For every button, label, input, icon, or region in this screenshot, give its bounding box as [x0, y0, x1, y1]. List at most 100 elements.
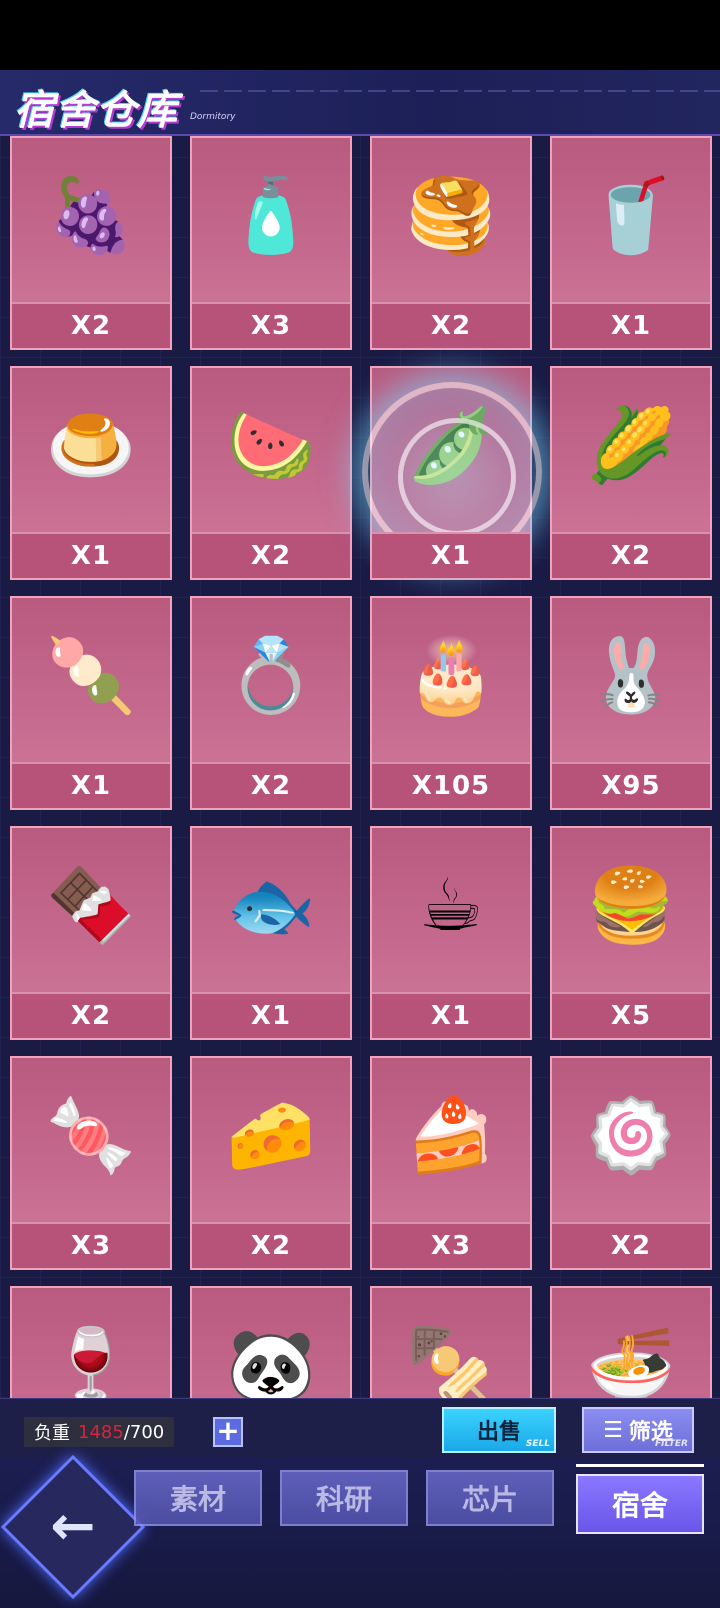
item-quantity: X2	[70, 311, 112, 341]
item-icon: 🫛	[406, 402, 496, 487]
item-icon: 🥞	[406, 172, 496, 257]
page-title: 宿舍仓库	[14, 88, 178, 134]
item-card[interactable]: 🍥 X2	[550, 1056, 712, 1270]
item-icon: ☕	[418, 863, 484, 947]
sell-button[interactable]: 出售 SELL	[442, 1407, 556, 1453]
item-card[interactable]: 🥞 X2	[370, 136, 532, 350]
item-quantity-bar: X2	[192, 762, 350, 808]
increase-capacity-button[interactable]: +	[213, 1417, 243, 1447]
item-quantity: X95	[601, 771, 661, 801]
item-quantity: X105	[411, 771, 491, 801]
item-card[interactable]: 🌽 X2	[550, 366, 712, 580]
item-quantity: X2	[610, 541, 652, 571]
item-icon: 🧴	[226, 172, 316, 257]
item-icon: 🎂	[406, 632, 496, 717]
item-card[interactable]: 🐟 X1	[190, 826, 352, 1040]
item-quantity: X2	[250, 541, 292, 571]
item-grid: 🍇 X2 🧴 X3 🥞 X2 🥤 X1 🍮 X1 🍉 X2 🫛 X1 🌽 X2 🍡 X1 💍 X2 🎂 X105 🐰 X95 🍫…	[10, 136, 712, 1398]
item-quantity: X2	[430, 311, 472, 341]
item-quantity-bar: X2	[12, 992, 170, 1038]
weight-current: 1485	[78, 1421, 124, 1443]
item-card[interactable]: 🥤 X1	[550, 136, 712, 350]
item-quantity-bar: X1	[372, 532, 530, 578]
item-quantity: X1	[610, 311, 652, 341]
item-quantity: X1	[70, 541, 112, 571]
item-card[interactable]: 🍷	[10, 1286, 172, 1398]
item-card[interactable]: 🍮 X1	[10, 366, 172, 580]
item-icon: 🧀	[226, 1092, 316, 1177]
item-quantity: X3	[70, 1231, 112, 1261]
item-quantity-bar: X3	[372, 1222, 530, 1268]
item-icon: 🍰	[406, 1092, 496, 1177]
header-decoration	[200, 90, 720, 92]
item-quantity-bar: X2	[192, 532, 350, 578]
item-icon: 🍜	[586, 1322, 676, 1399]
tab-chips[interactable]: 芯片	[426, 1470, 554, 1526]
item-card[interactable]: 💍 X2	[190, 596, 352, 810]
back-arrow-icon: ←	[50, 1494, 96, 1557]
item-card[interactable]: 🍉 X2	[190, 366, 352, 580]
item-card[interactable]: ☕ X1	[370, 826, 532, 1040]
item-card[interactable]: 🧀 X2	[190, 1056, 352, 1270]
item-card[interactable]: 🫛 X1	[362, 366, 542, 580]
tab-dormitory[interactable]: 宿舍	[576, 1474, 704, 1534]
item-quantity-bar: X95	[552, 762, 710, 808]
item-quantity: X3	[430, 1231, 472, 1261]
item-quantity-bar: X2	[192, 1222, 350, 1268]
tab-materials[interactable]: 素材	[134, 1470, 262, 1526]
item-card[interactable]: 🧴 X3	[190, 136, 352, 350]
item-card[interactable]: 🍡 X1	[10, 596, 172, 810]
filter-button[interactable]: ☰ 筛选 FILTER	[582, 1407, 694, 1453]
item-icon: 🍮	[46, 402, 136, 487]
item-card[interactable]: 🍔 X5	[550, 826, 712, 1040]
sell-button-label: 出售	[476, 1420, 521, 1445]
item-card[interactable]: 🍇 X2	[10, 136, 172, 350]
item-card[interactable]: 🐼	[190, 1286, 352, 1398]
weight-max: /700	[123, 1421, 165, 1443]
item-icon: 🥤	[586, 172, 676, 257]
inventory-grid-area[interactable]: 🍇 X2 🧴 X3 🥞 X2 🥤 X1 🍮 X1 🍉 X2 🫛 X1 🌽 X2 🍡 X1 💍 X2 🎂 X105 🐰 X95 🍫…	[0, 136, 720, 1398]
item-icon: 🍢	[406, 1322, 496, 1399]
status-bar	[0, 0, 720, 70]
item-quantity-bar: X3	[192, 302, 350, 348]
bottom-navigation: ← 素材 科研 芯片 宿舍	[0, 1454, 720, 1608]
filter-button-sublabel: FILTER	[655, 1439, 688, 1449]
item-card[interactable]: 🍜	[550, 1286, 712, 1398]
item-quantity-bar: X2	[552, 532, 710, 578]
item-quantity: X2	[610, 1231, 652, 1261]
weight-label: 负重	[34, 1423, 70, 1444]
item-icon: 🍉	[226, 402, 316, 487]
item-quantity: X2	[70, 1001, 112, 1031]
item-quantity-bar: X1	[12, 762, 170, 808]
item-quantity: X1	[250, 1001, 292, 1031]
item-quantity-bar: X3	[12, 1222, 170, 1268]
item-icon: 🍔	[586, 862, 676, 947]
item-icon: 💍	[226, 632, 316, 717]
item-quantity-bar: X1	[552, 302, 710, 348]
inventory-footer: 负重 1485 /700 + 出售 SELL ☰ 筛选 FILTER	[0, 1398, 720, 1459]
item-quantity: X1	[70, 771, 112, 801]
active-tab-indicator	[576, 1464, 704, 1467]
item-card[interactable]: 🍰 X3	[370, 1056, 532, 1270]
item-card[interactable]: 🍬 X3	[10, 1056, 172, 1270]
item-card[interactable]: 🎂 X105	[370, 596, 532, 810]
sell-button-sublabel: SELL	[525, 1439, 550, 1449]
item-card[interactable]: 🍫 X2	[10, 826, 172, 1040]
item-icon: 🐰	[586, 632, 676, 717]
item-quantity: X5	[610, 1001, 652, 1031]
item-card[interactable]: 🐰 X95	[550, 596, 712, 810]
item-quantity-bar: X2	[372, 302, 530, 348]
filter-icon: ☰	[603, 1417, 623, 1443]
item-quantity-bar: X5	[552, 992, 710, 1038]
item-quantity: X2	[250, 1231, 292, 1261]
item-quantity-bar: X1	[372, 992, 530, 1038]
item-icon: 🍥	[586, 1092, 676, 1177]
item-quantity-bar: X1	[192, 992, 350, 1038]
item-quantity-bar: X1	[12, 532, 170, 578]
item-quantity-bar: X2	[12, 302, 170, 348]
item-icon: 🐟	[226, 862, 316, 947]
tab-research[interactable]: 科研	[280, 1470, 408, 1526]
item-icon: 🐼	[226, 1322, 316, 1399]
item-quantity-bar: X2	[552, 1222, 710, 1268]
item-card[interactable]: 🍢	[370, 1286, 532, 1398]
